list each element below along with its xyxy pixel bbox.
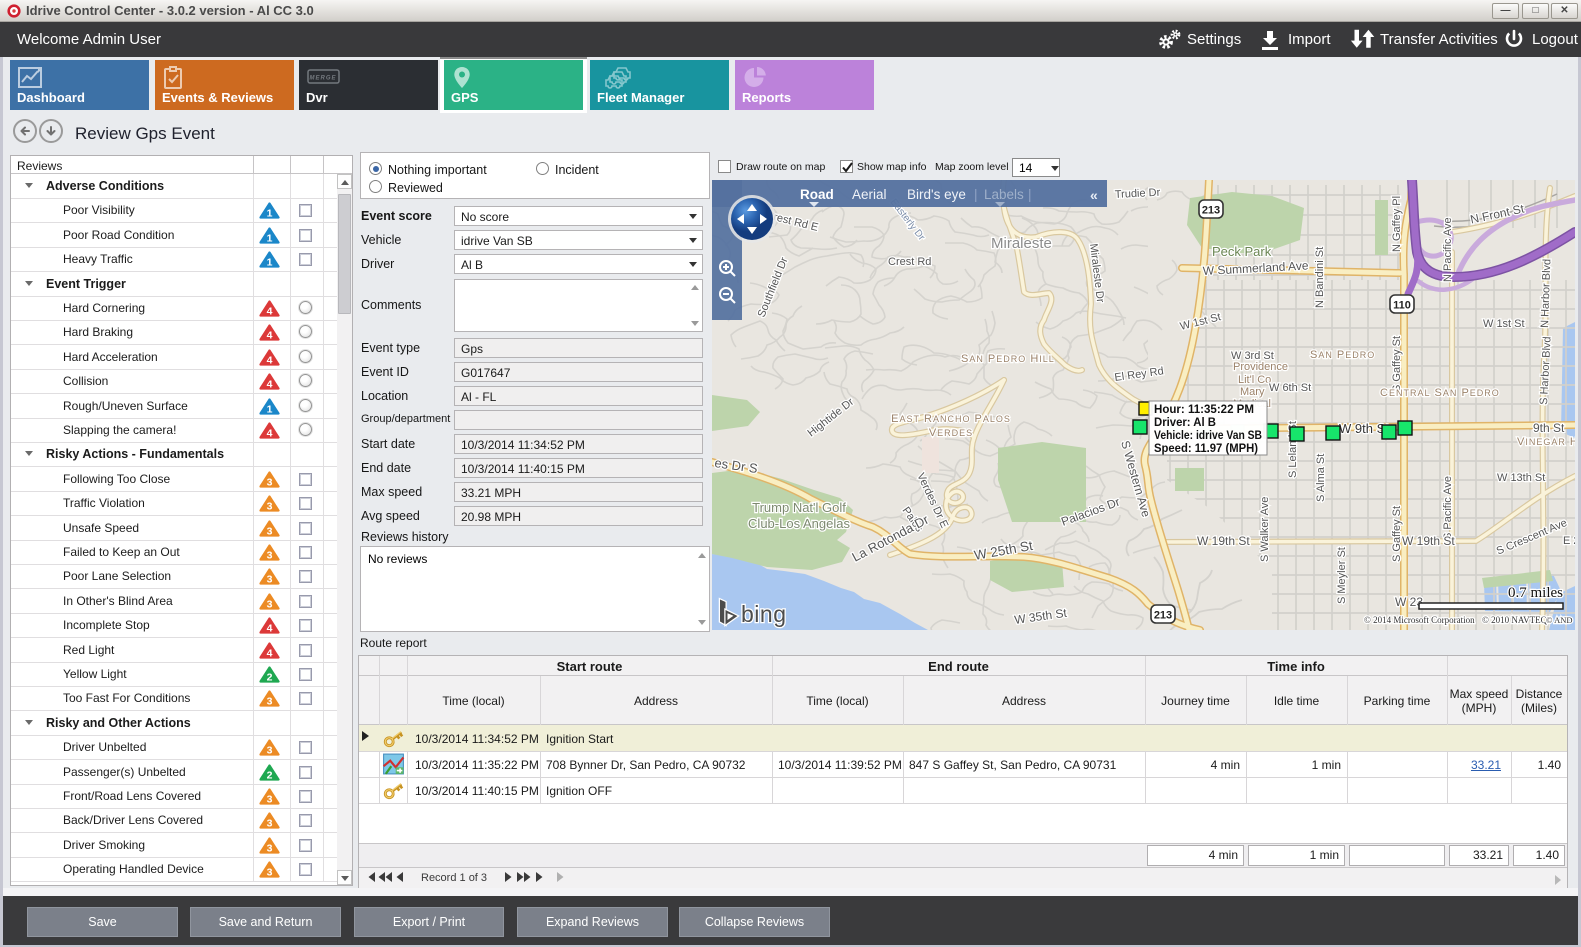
svg-text:E 22: E 22: [1563, 535, 1575, 547]
svg-text:1: 1: [267, 404, 273, 415]
svg-text:Driver: Al B: Driver: Al B: [1154, 415, 1216, 429]
svg-text:SAN PEDRO HILL: SAN PEDRO HILL: [961, 353, 1055, 365]
svg-text:SAN PEDRO: SAN PEDRO: [1310, 349, 1375, 361]
svg-text:1: 1: [267, 208, 273, 219]
svg-text:3: 3: [267, 794, 273, 805]
svg-text:2: 2: [267, 770, 273, 781]
svg-text:110: 110: [1393, 300, 1411, 312]
svg-text:Hour: 11:35:22 PM: Hour: 11:35:22 PM: [1154, 402, 1254, 416]
svg-text:© 2014 Microsoft Corporation: © 2014 Microsoft Corporation: [1364, 615, 1475, 625]
svg-text:MERGE: MERGE: [309, 76, 336, 82]
svg-text:N Bandini St: N Bandini St: [1314, 247, 1326, 308]
svg-text:© AND: © AND: [1546, 615, 1573, 625]
svg-text:3: 3: [267, 745, 273, 756]
svg-text:3: 3: [267, 843, 273, 854]
svg-text:4: 4: [267, 306, 273, 317]
svg-text:3: 3: [267, 696, 273, 707]
svg-text:Providence: Providence: [1233, 361, 1288, 373]
svg-text:S Gaffey St: S Gaffey St: [1391, 336, 1403, 392]
svg-text:Miraleste: Miraleste: [991, 235, 1052, 252]
svg-text:S Pacific Ave: S Pacific Ave: [1442, 476, 1454, 540]
svg-text:Record 1 of 3: Record 1 of 3: [421, 872, 487, 884]
svg-text:W 6th St: W 6th St: [1269, 382, 1311, 394]
svg-text:Trudie Dr: Trudie Dr: [1115, 187, 1161, 201]
svg-text:9th St: 9th St: [1533, 421, 1565, 435]
svg-text:2: 2: [267, 672, 273, 683]
svg-text:4: 4: [267, 648, 273, 659]
svg-text:bing: bing: [741, 601, 786, 627]
svg-text:Trump Nat'l Golf: Trump Nat'l Golf: [752, 500, 846, 515]
svg-text:3: 3: [267, 599, 273, 610]
svg-text:VINEGAR HILL: VINEGAR HILL: [1517, 436, 1575, 448]
svg-text:|: |: [1028, 187, 1032, 202]
svg-text:3: 3: [267, 477, 273, 488]
svg-text:4: 4: [267, 330, 273, 341]
svg-text:Bird's eye: Bird's eye: [907, 187, 966, 202]
svg-text:N Harbor Blvd: N Harbor Blvd: [1539, 259, 1553, 328]
svg-text:4: 4: [267, 379, 273, 390]
svg-text:3: 3: [267, 501, 273, 512]
svg-text:CENTRAL SAN PEDRO: CENTRAL SAN PEDRO: [1380, 387, 1500, 399]
svg-text:S Meyler St: S Meyler St: [1336, 547, 1348, 604]
svg-text:4: 4: [267, 623, 273, 634]
svg-text:3: 3: [267, 574, 273, 585]
svg-text:W 1st St: W 1st St: [1483, 318, 1525, 330]
svg-text:213: 213: [1202, 205, 1220, 217]
svg-text:4: 4: [267, 428, 273, 439]
svg-text:3: 3: [267, 867, 273, 878]
svg-text:Vehicle: idrive Van SB: Vehicle: idrive Van SB: [1154, 428, 1262, 442]
svg-text:213: 213: [1154, 610, 1172, 622]
svg-text:Peck Park: Peck Park: [1212, 244, 1272, 259]
svg-text:3: 3: [267, 550, 273, 561]
svg-text:Crest Rd: Crest Rd: [888, 256, 931, 268]
svg-text:|: |: [974, 187, 978, 202]
svg-text:1: 1: [267, 257, 273, 268]
svg-text:3: 3: [267, 526, 273, 537]
svg-text:Aerial: Aerial: [852, 187, 887, 202]
svg-text:S Alma St: S Alma St: [1315, 454, 1327, 502]
svg-text:© 2010 NAVTEQ: © 2010 NAVTEQ: [1482, 615, 1548, 625]
svg-text:Mary: Mary: [1240, 386, 1265, 398]
svg-text:W 19th St: W 19th St: [1402, 534, 1455, 548]
svg-text:«: «: [1090, 187, 1098, 203]
svg-text:W 13th St: W 13th St: [1497, 472, 1545, 484]
svg-text:Lit'l Co: Lit'l Co: [1238, 374, 1271, 386]
svg-text:Speed: 11.97 (MPH): Speed: 11.97 (MPH): [1154, 441, 1258, 455]
svg-text:W 19th St: W 19th St: [1197, 534, 1250, 548]
svg-text:Road: Road: [800, 187, 834, 202]
svg-text:N Pacific Ave: N Pacific Ave: [1442, 217, 1454, 282]
svg-text:S Walker Ave: S Walker Ave: [1259, 497, 1271, 562]
svg-text:N Gaffey Pl: N Gaffey Pl: [1391, 196, 1403, 252]
svg-text:3: 3: [267, 818, 273, 829]
svg-text:Labels: Labels: [984, 187, 1024, 202]
svg-text:0.7 miles: 0.7 miles: [1508, 585, 1563, 601]
svg-text:Club-Los Angelas: Club-Los Angelas: [748, 516, 850, 531]
svg-text:EAST RANCHO PALOS: EAST RANCHO PALOS: [891, 413, 1011, 425]
svg-text:VERDES: VERDES: [929, 427, 973, 439]
svg-text:1: 1: [267, 233, 273, 244]
svg-text:4: 4: [267, 355, 273, 366]
